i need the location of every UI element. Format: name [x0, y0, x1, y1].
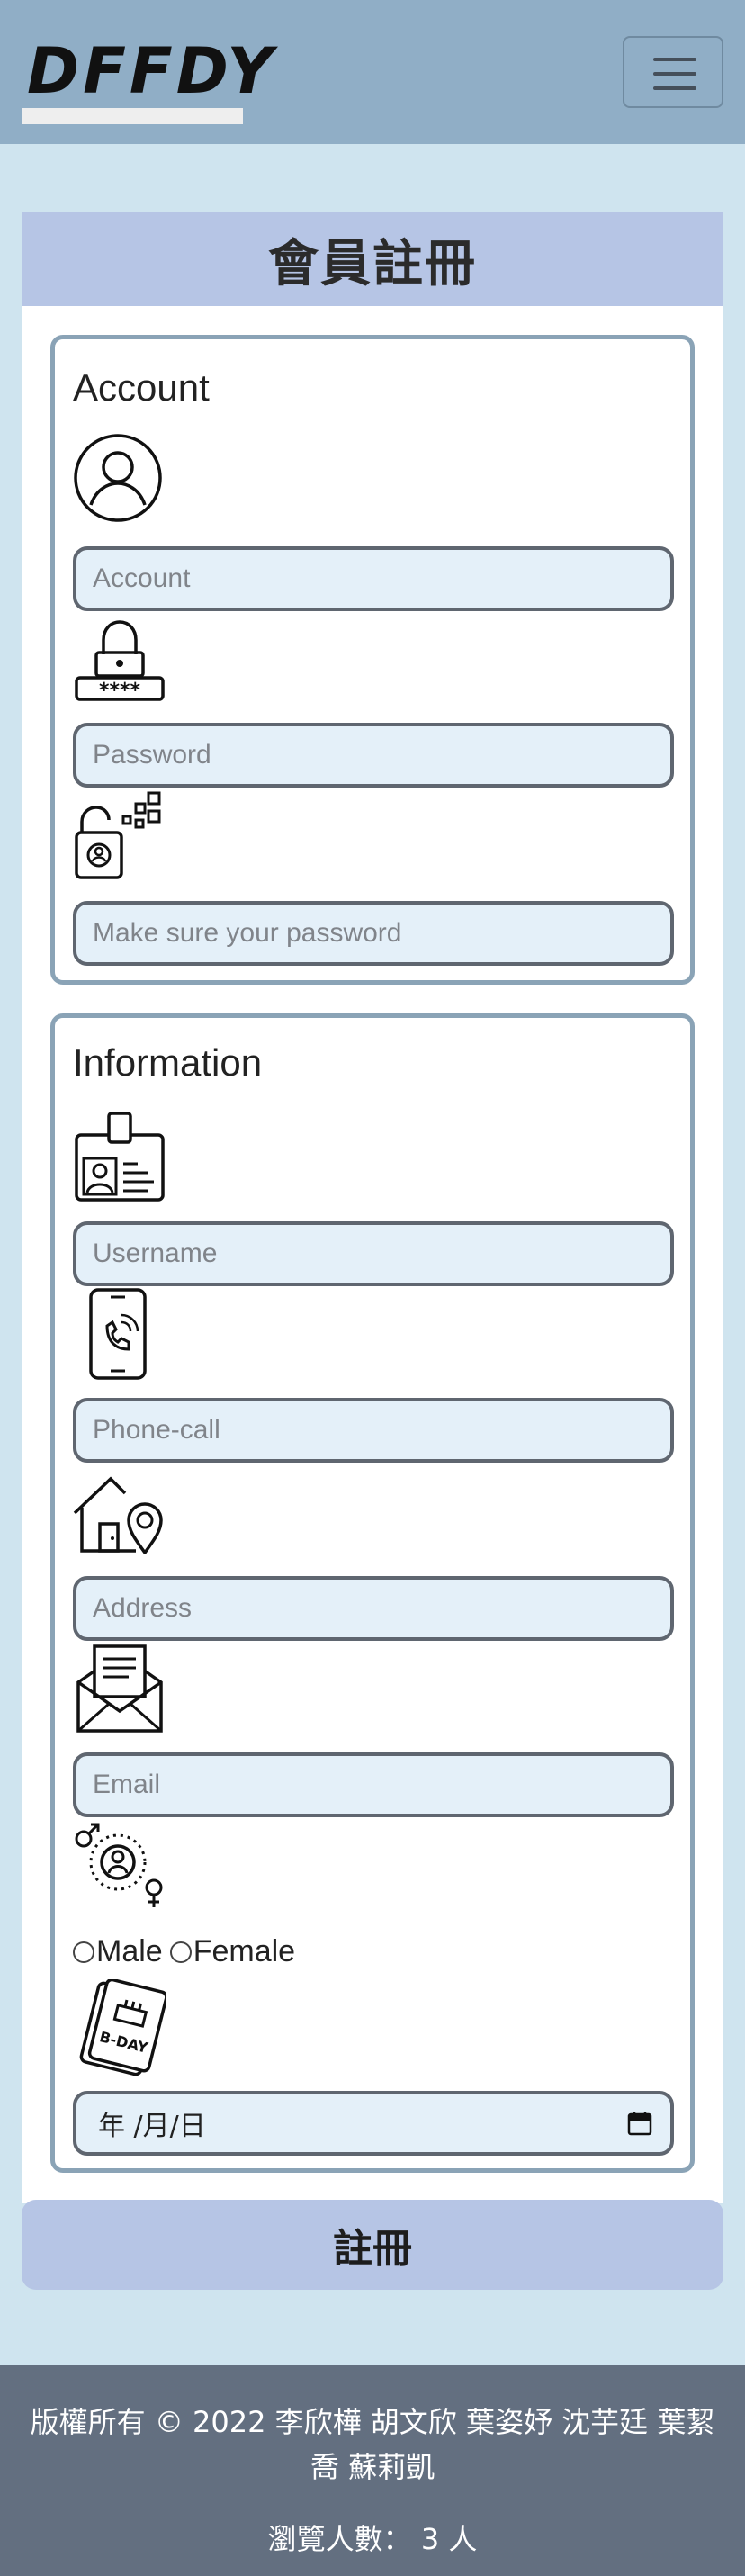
hamburger-menu-icon — [653, 58, 696, 61]
birthday-date-input[interactable]: 年 /月/日 — [73, 2091, 674, 2156]
confirm-password-input[interactable] — [73, 901, 674, 966]
radio-female-label[interactable]: Female — [193, 1934, 295, 1969]
password-input[interactable] — [73, 723, 674, 788]
logo-text: DFFDY — [27, 34, 277, 108]
home-location-icon — [73, 1468, 166, 1554]
hamburger-line — [653, 86, 696, 90]
phone-call-icon — [73, 1288, 166, 1382]
hamburger-line — [653, 72, 696, 76]
logo-underline — [22, 108, 243, 124]
gender-icon — [73, 1823, 166, 1909]
unlock-key-icon — [73, 791, 166, 881]
information-section-title: Information — [73, 1041, 263, 1084]
footer: 版權所有 © 2022 李欣樺 胡文欣 葉姿妤 沈芋廷 葉絜喬 蘇莉凱 瀏覽人數… — [0, 2365, 745, 2576]
radio-female[interactable] — [169, 1941, 192, 1963]
account-section: Account **** — [50, 335, 695, 985]
radio-male[interactable] — [73, 1941, 94, 1963]
calendar-icon[interactable] — [627, 2111, 652, 2136]
padlock-password-icon: **** — [73, 615, 166, 703]
address-input[interactable] — [73, 1576, 674, 1641]
account-section-title: Account — [73, 366, 210, 409]
gender-radio-group: Male Female — [73, 1934, 295, 1969]
email-input[interactable] — [73, 1752, 674, 1817]
user-avatar-icon — [73, 433, 163, 523]
mail-envelope-icon — [73, 1643, 166, 1736]
page-title: 會員註冊 — [268, 234, 477, 293]
information-section: Information Username Phone-call Address … — [50, 1013, 695, 2173]
visitor-counter: 瀏覽人數： 3 人 — [267, 2522, 478, 2556]
footer-copyright: 版權所有 © 2022 李欣樺 胡文欣 葉姿妤 沈芋廷 葉絜喬 蘇莉凱 — [30, 2405, 715, 2484]
radio-male-label[interactable]: Male — [96, 1934, 163, 1969]
registration-card: 會員註冊 Account **** — [22, 212, 723, 2290]
hamburger-menu-button[interactable] — [623, 36, 723, 108]
navbar: DFFDY — [0, 0, 745, 144]
birthday-card-icon: B-DAY — [73, 1979, 166, 2078]
registration-header: 會員註冊 — [22, 212, 723, 306]
id-card-icon — [73, 1112, 166, 1203]
register-submit-button[interactable]: 註冊 — [22, 2200, 723, 2290]
phone-input[interactable] — [73, 1398, 674, 1463]
brand-logo[interactable]: DFFDY — [22, 32, 277, 124]
svg-text:****: **** — [99, 680, 141, 702]
username-input[interactable] — [73, 1221, 674, 1286]
birthday-date-value: 年 /月/日 — [98, 2111, 206, 2142]
account-input[interactable] — [73, 546, 674, 611]
